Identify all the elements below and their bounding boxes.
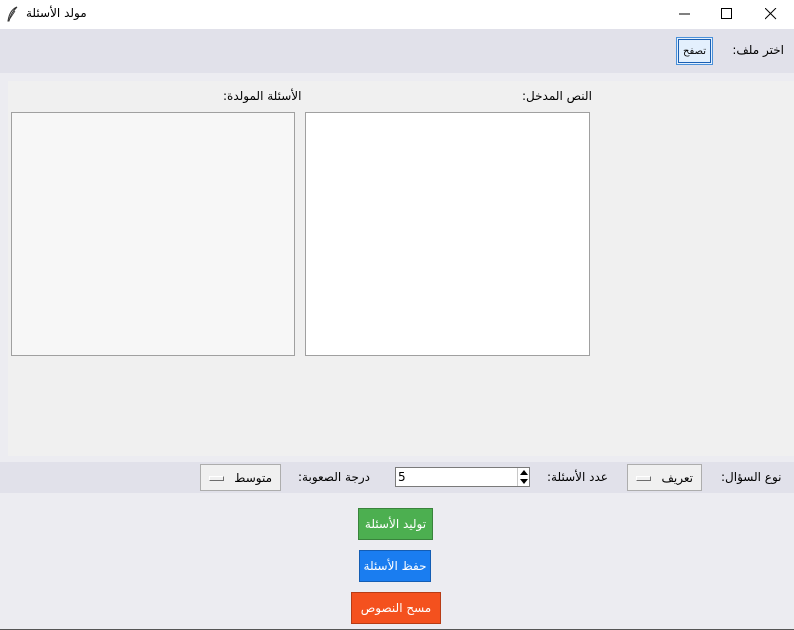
clear-texts-button[interactable]: مسح النصوص (351, 592, 441, 624)
input-text-area[interactable] (305, 112, 590, 356)
question-type-value: تعريف (661, 471, 693, 485)
dropdown-indicator-icon (636, 476, 651, 481)
generated-questions-area[interactable] (11, 112, 295, 356)
close-button[interactable] (748, 0, 794, 29)
input-text-label: النص المدخل: (522, 89, 592, 103)
spin-down-icon[interactable] (520, 479, 528, 484)
feather-icon (6, 6, 20, 22)
question-type-dropdown[interactable]: تعريف (627, 464, 702, 491)
difficulty-label: درجة الصعوبة: (298, 470, 371, 484)
save-questions-button[interactable]: حفظ الأسئلة (359, 550, 431, 582)
maximize-button[interactable] (704, 0, 750, 29)
minimize-button[interactable] (662, 0, 708, 29)
question-count-label: عدد الأسئلة: (547, 470, 608, 484)
minimize-icon (679, 13, 690, 15)
question-count-spinbox[interactable]: 5 (395, 467, 530, 487)
difficulty-value: متوسط (234, 471, 272, 485)
close-icon (765, 8, 777, 20)
question-count-value: 5 (398, 470, 406, 484)
title-bar: مولد الأسئلة (0, 0, 794, 29)
file-bar: اختر ملف: (0, 29, 794, 73)
dropdown-indicator-icon (209, 476, 224, 481)
window-title: مولد الأسئلة (26, 6, 87, 20)
generate-questions-button[interactable]: توليد الأسئلة (358, 508, 433, 540)
difficulty-dropdown[interactable]: متوسط (200, 464, 281, 491)
question-type-label: نوع السؤال: (721, 470, 782, 484)
browse-button[interactable]: تصفح (676, 37, 713, 65)
generated-questions-label: الأسئلة المولدة: (223, 89, 302, 103)
spin-up-icon[interactable] (520, 470, 528, 475)
file-label: اختر ملف: (732, 43, 784, 57)
maximize-icon (721, 8, 732, 19)
